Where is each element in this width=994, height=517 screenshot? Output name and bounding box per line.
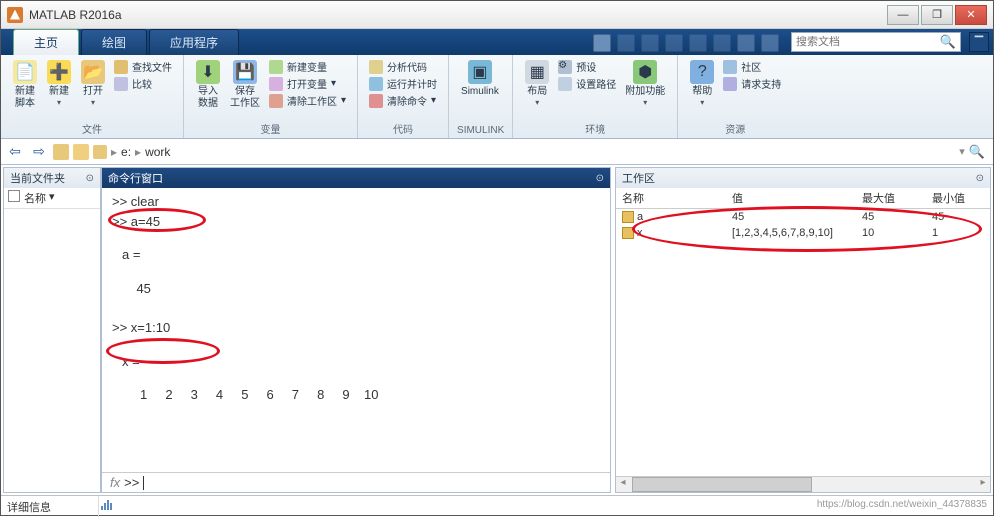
analyze-code-button[interactable]: 分析代码 xyxy=(366,58,440,75)
workspace-row[interactable]: x [1,2,3,4,5,6,7,8,9,10] 10 1 xyxy=(616,225,990,241)
command-window-header: 命令行窗口⊙ xyxy=(102,168,610,188)
forward-button[interactable]: ⇨ xyxy=(29,142,49,162)
matlab-logo-icon xyxy=(7,7,23,23)
cmd-output: 1 2 3 4 5 6 7 8 9 10 xyxy=(122,385,600,405)
watermark-text: https://blog.csdn.net/weixin_44378835 xyxy=(129,496,993,517)
qa-redo-icon[interactable] xyxy=(713,34,731,52)
qa-cut-icon[interactable] xyxy=(617,34,635,52)
preferences-button[interactable]: ⚙预设 xyxy=(555,58,619,75)
qa-icon[interactable] xyxy=(593,34,611,52)
open-button[interactable]: 📂打开▾ xyxy=(77,58,109,109)
group-code-label: 代码 xyxy=(366,120,440,137)
toolstrip-ribbon: 📄新建脚本 ➕新建▾ 📂打开▾ 查找文件 比较 文件 ⬇导入数据 💾保存工作区 … xyxy=(1,55,993,139)
folder-icon[interactable] xyxy=(53,144,69,160)
group-simulink-label: SIMULINK xyxy=(457,124,504,137)
horizontal-scrollbar[interactable]: ◂ ▸ xyxy=(616,476,990,492)
file-icon xyxy=(8,190,20,202)
back-button[interactable]: ⇦ xyxy=(5,142,25,162)
tab-plots[interactable]: 绘图 xyxy=(81,29,147,55)
group-res-label: 资源 xyxy=(686,120,784,137)
current-folder-toolbar: ⇦ ⇨ ▸ e: ▸ work ▾ 🔍 xyxy=(1,139,993,165)
search-icon[interactable]: 🔍 xyxy=(940,34,956,50)
new-button[interactable]: ➕新建▾ xyxy=(43,58,75,109)
workspace-panel: 名称 值 最大值 最小值 a 45 45 45 x [1,2,3,4,5,6,7… xyxy=(616,188,990,492)
qa-undo-icon[interactable] xyxy=(689,34,707,52)
cmd-line: >> x=1:10 xyxy=(112,318,600,338)
qa-paste-icon[interactable] xyxy=(665,34,683,52)
import-data-button[interactable]: ⬇导入数据 xyxy=(192,58,224,111)
titlebar: MATLAB R2016a — ❐ ✕ xyxy=(1,1,993,29)
toolstrip-tabs: 主页 绘图 应用程序 🔍 ▔ xyxy=(1,29,993,55)
busy-indicator xyxy=(99,496,129,517)
cmd-line: >> clear xyxy=(112,192,600,212)
maximize-button[interactable]: ❐ xyxy=(921,5,953,25)
command-prompt-row[interactable]: fx >> xyxy=(102,472,610,492)
panel-menu-icon[interactable]: ⊙ xyxy=(86,173,94,184)
qa-print-icon[interactable] xyxy=(737,34,755,52)
app-title: MATLAB R2016a xyxy=(29,8,887,22)
group-var-label: 变量 xyxy=(192,120,349,137)
clear-workspace-button[interactable]: 清除工作区 ▾ xyxy=(266,92,349,109)
workspace-header: 工作区⊙ xyxy=(616,168,990,188)
simulink-button[interactable]: ▣Simulink xyxy=(457,58,503,100)
search-docs-input[interactable] xyxy=(796,36,940,48)
new-script-button[interactable]: 📄新建脚本 xyxy=(9,58,41,111)
addons-button[interactable]: ⬢附加功能▾ xyxy=(621,58,669,109)
group-file-label: 文件 xyxy=(9,120,175,137)
community-button[interactable]: 社区 xyxy=(720,58,784,75)
set-path-button[interactable]: 设置路径 xyxy=(555,75,619,92)
qa-help-icon[interactable] xyxy=(761,34,779,52)
help-button[interactable]: ?帮助▾ xyxy=(686,58,718,109)
status-bar: 详细信息 https://blog.csdn.net/weixin_443788… xyxy=(1,495,993,517)
name-column-header[interactable]: 名称 ▾ xyxy=(4,188,100,209)
tab-home[interactable]: 主页 xyxy=(13,29,79,55)
run-and-time-button[interactable]: 运行并计时 xyxy=(366,75,440,92)
cmd-output: 45 xyxy=(122,279,600,299)
drive-icon xyxy=(93,145,107,159)
save-workspace-button[interactable]: 💾保存工作区 xyxy=(226,58,264,111)
quick-access-toolbar xyxy=(585,34,787,55)
up-folder-icon[interactable] xyxy=(73,144,89,160)
collapse-toolstrip-button[interactable]: ▔ xyxy=(969,32,989,52)
layout-button[interactable]: ▦布局▾ xyxy=(521,58,553,109)
cmd-line: >> a=45 xyxy=(112,212,600,232)
close-button[interactable]: ✕ xyxy=(955,5,987,25)
workspace-row[interactable]: a 45 45 45 xyxy=(616,209,990,226)
open-variable-button[interactable]: 打开变量 ▾ xyxy=(266,75,349,92)
qa-copy-icon[interactable] xyxy=(641,34,659,52)
command-window[interactable]: >> clear >> a=45 a = 45 >> x=1:10 x = 1 … xyxy=(102,188,610,472)
variable-icon xyxy=(622,211,634,223)
panel-menu-icon[interactable]: ⊙ xyxy=(596,173,604,184)
compare-button[interactable]: 比较 xyxy=(111,75,175,92)
path-folder[interactable]: work xyxy=(145,145,170,159)
clear-commands-button[interactable]: 清除命令 ▾ xyxy=(366,92,440,109)
minimize-button[interactable]: — xyxy=(887,5,919,25)
cmd-output: x = xyxy=(122,352,600,372)
panel-menu-icon[interactable]: ⊙ xyxy=(976,173,984,184)
search-docs[interactable]: 🔍 xyxy=(791,32,961,52)
request-support-button[interactable]: 请求支持 xyxy=(720,75,784,92)
find-files-button[interactable]: 查找文件 xyxy=(111,58,175,75)
tab-apps[interactable]: 应用程序 xyxy=(149,29,239,55)
details-label[interactable]: 详细信息 xyxy=(1,496,99,517)
workspace-columns[interactable]: 名称 值 最大值 最小值 xyxy=(616,188,990,209)
search-folder-icon[interactable]: 🔍 xyxy=(969,144,985,160)
group-env-label: 环境 xyxy=(521,120,669,137)
new-variable-button[interactable]: 新建变量 xyxy=(266,58,349,75)
variable-icon xyxy=(622,227,634,239)
current-folder-header: 当前文件夹⊙ xyxy=(4,168,100,188)
cmd-output: a = xyxy=(122,245,600,265)
path-drive[interactable]: e: xyxy=(121,145,131,159)
